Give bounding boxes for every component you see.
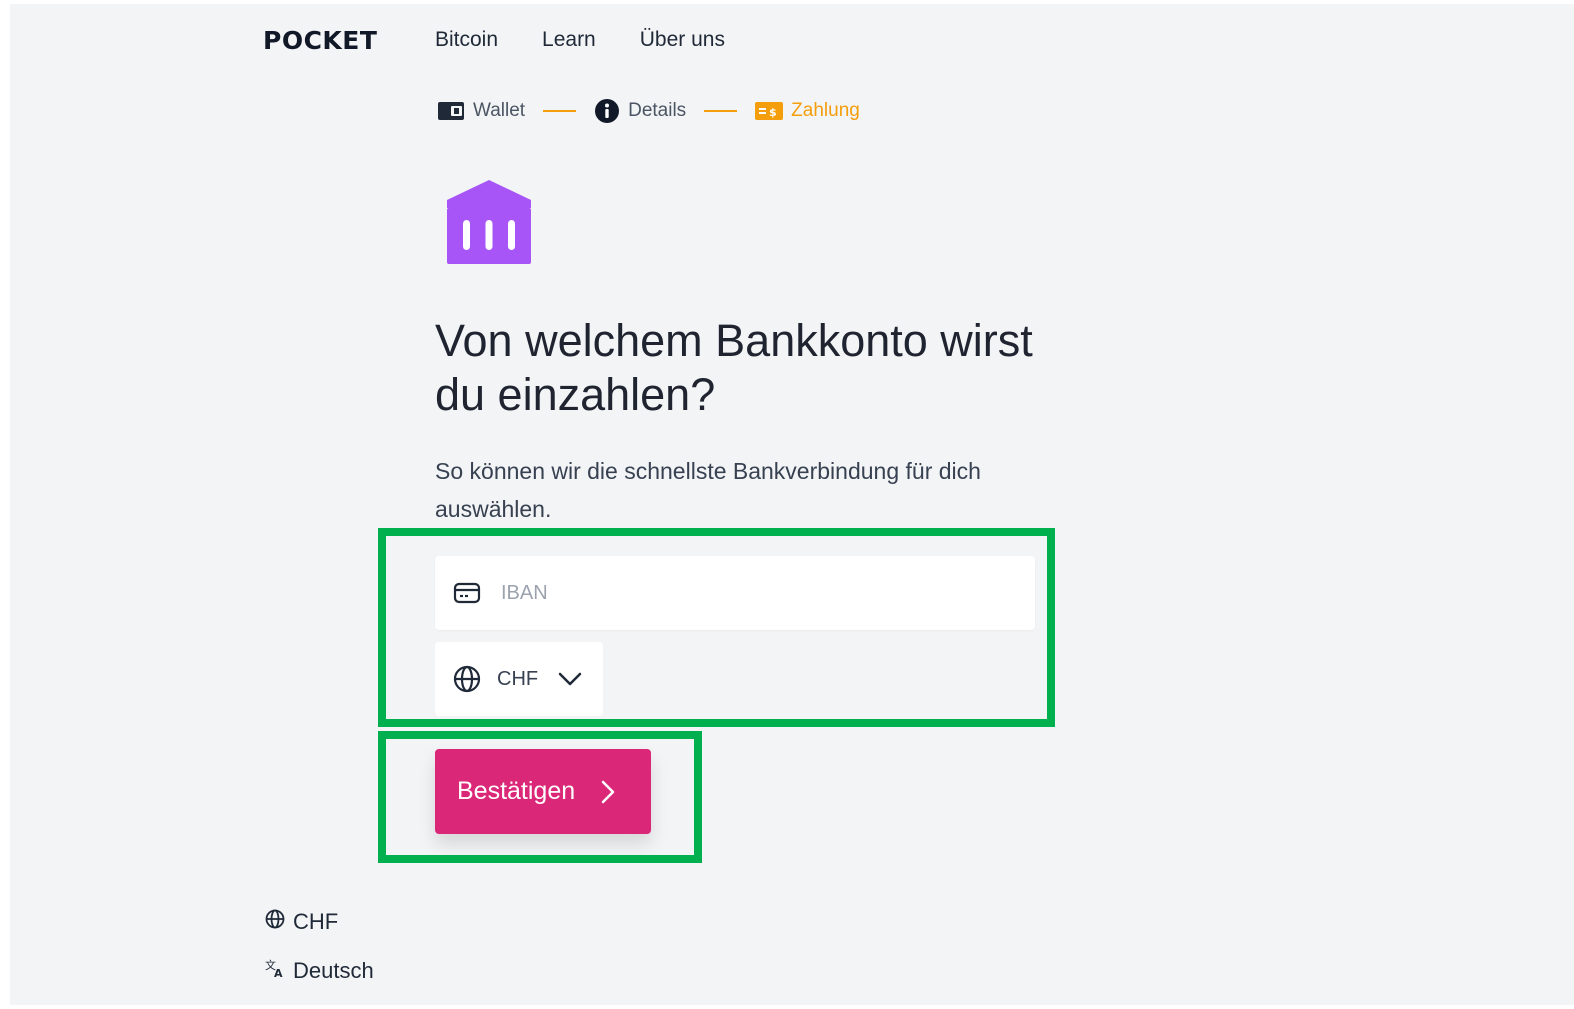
- svg-text:A: A: [274, 967, 283, 978]
- step-label: Zahlung: [791, 100, 860, 121]
- page: POCKET Bitcoin Learn Über uns Wallet Det…: [10, 4, 1574, 1005]
- globe-icon: [265, 909, 285, 935]
- nav-learn[interactable]: Learn: [542, 28, 596, 52]
- pocket-logo[interactable]: POCKET: [263, 26, 377, 55]
- payment-icon: $: [755, 101, 784, 121]
- step-label: Details: [628, 100, 687, 121]
- info-icon: [594, 98, 620, 124]
- step-wallet: Wallet: [437, 100, 525, 122]
- bank-icon: [445, 180, 533, 273]
- svg-text:$: $: [769, 106, 777, 119]
- step-details: Details: [594, 98, 686, 124]
- nav-ueber-uns[interactable]: Über uns: [640, 28, 725, 52]
- step-connector: [704, 110, 738, 112]
- footer-language[interactable]: 文 A Deutsch: [265, 958, 374, 984]
- step-connector: [543, 110, 577, 112]
- step-zahlung: $ Zahlung: [755, 100, 860, 122]
- progress-steps: Wallet Details $ Zahlung: [437, 98, 860, 124]
- footer-language-label: Deutsch: [293, 958, 374, 983]
- translate-icon: 文 A: [265, 958, 285, 984]
- wallet-icon: [437, 100, 465, 122]
- page-title: Von welchem Bankkonto wirst du einzahlen…: [435, 315, 1033, 420]
- main-nav: Bitcoin Learn Über uns: [435, 28, 725, 52]
- page-subtitle: So können wir die schnellste Bankverbind…: [435, 458, 981, 522]
- nav-bitcoin[interactable]: Bitcoin: [435, 28, 498, 52]
- footer-currency[interactable]: CHF: [265, 909, 338, 935]
- highlight-box-inputs: [378, 528, 1055, 727]
- highlight-box-button: [378, 731, 702, 863]
- footer-currency-label: CHF: [293, 909, 339, 934]
- step-label: Wallet: [473, 100, 526, 121]
